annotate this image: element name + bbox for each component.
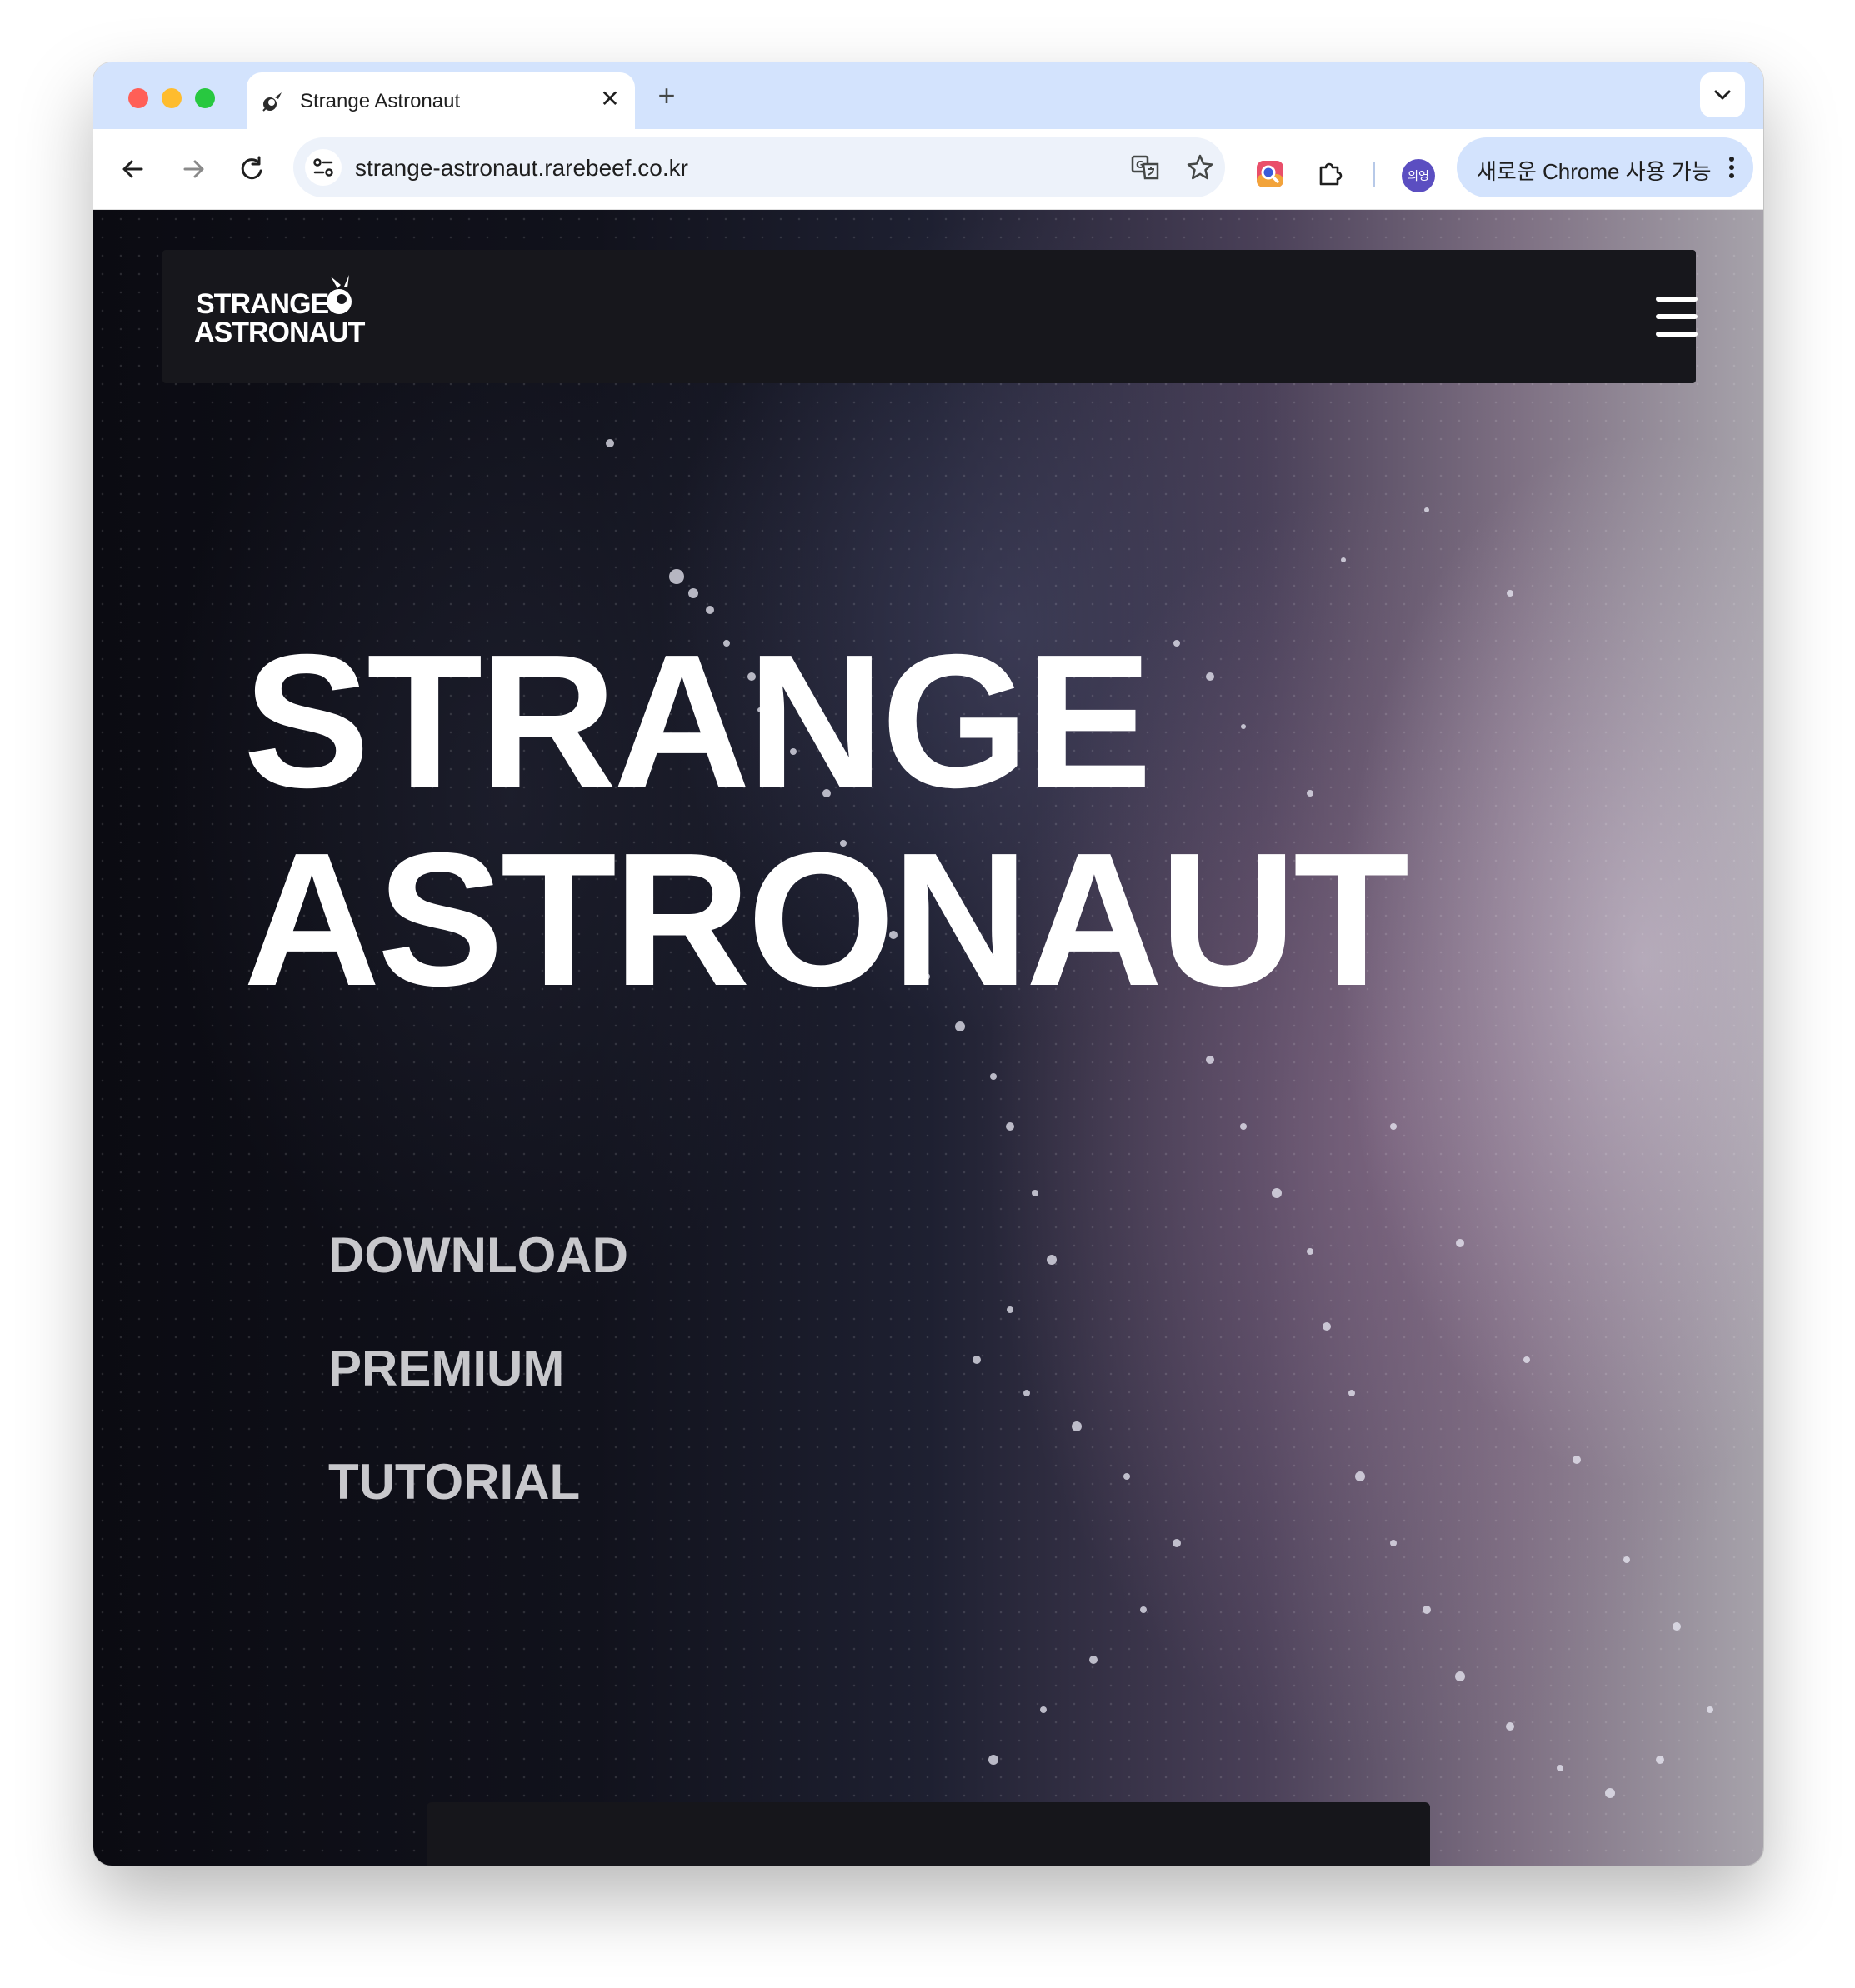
close-tab-icon[interactable]: ✕: [595, 84, 625, 114]
minimize-window-button[interactable]: [162, 88, 182, 108]
chrome-update-button[interactable]: 새로운 Chrome 사용 가능: [1457, 137, 1753, 197]
tab-strip: Strange Astronaut ✕ +: [93, 62, 1763, 129]
logo-line-2: ASTRONAUT: [194, 317, 366, 348]
hero-title-line-1: STRANGE: [243, 616, 1152, 827]
astronaut-favicon-icon: [262, 92, 282, 112]
browser-window: Strange Astronaut ✕ + strange-astronaut.…: [93, 62, 1763, 1866]
reload-icon[interactable]: [233, 151, 270, 187]
hamburger-line-icon: [1656, 297, 1698, 302]
tune-icon: [313, 158, 333, 177]
hamburger-line-icon: [1656, 314, 1698, 319]
logo-line-1: STRANGE: [196, 288, 329, 320]
earth-background-image: [557, 257, 1713, 1798]
bookmark-star-icon[interactable]: [1185, 152, 1215, 182]
browser-tab[interactable]: Strange Astronaut ✕: [247, 72, 635, 129]
tutorial-link[interactable]: TUTORIAL: [328, 1453, 580, 1511]
premium-link[interactable]: PREMIUM: [328, 1340, 564, 1398]
site-header: STRANGE ASTRONAUT: [162, 250, 1699, 383]
new-tab-button[interactable]: +: [650, 79, 683, 112]
page-viewport: STRANGE ASTRONAUT STRANGE ASTRONAUT DOWN…: [93, 210, 1763, 1866]
update-label: 새로운 Chrome 사용 가능: [1477, 159, 1712, 184]
translate-icon[interactable]: G: [1130, 152, 1160, 182]
strange-astronaut-logo[interactable]: STRANGE ASTRONAUT: [194, 270, 369, 362]
back-arrow-icon[interactable]: [115, 151, 152, 187]
search-extension-icon[interactable]: [1255, 159, 1285, 189]
url-text: strange-astronaut.rarebeef.co.kr: [355, 155, 688, 181]
close-window-button[interactable]: [128, 88, 148, 108]
address-bar[interactable]: strange-astronaut.rarebeef.co.kr G: [293, 137, 1225, 197]
toolbar-divider: [1373, 162, 1375, 187]
hamburger-menu-button[interactable]: [1656, 297, 1699, 337]
chevron-down-icon: [1714, 90, 1731, 100]
tab-search-button[interactable]: [1700, 72, 1745, 117]
bottom-panel: [427, 1802, 1430, 1866]
download-link[interactable]: DOWNLOAD: [328, 1226, 628, 1285]
hero-title-line-2: ASTRONAUT: [243, 814, 1409, 1026]
site-info-button[interactable]: [305, 149, 342, 186]
profile-avatar[interactable]: 의영: [1402, 159, 1435, 192]
more-menu-icon[interactable]: [1717, 152, 1747, 182]
hamburger-line-icon: [1656, 332, 1698, 337]
maximize-window-button[interactable]: [195, 88, 215, 108]
tab-title: Strange Astronaut: [300, 90, 461, 112]
extensions-puzzle-icon[interactable]: [1315, 159, 1345, 189]
forward-arrow-icon[interactable]: [175, 151, 212, 187]
browser-toolbar: strange-astronaut.rarebeef.co.kr G 의영 새로…: [93, 129, 1763, 210]
